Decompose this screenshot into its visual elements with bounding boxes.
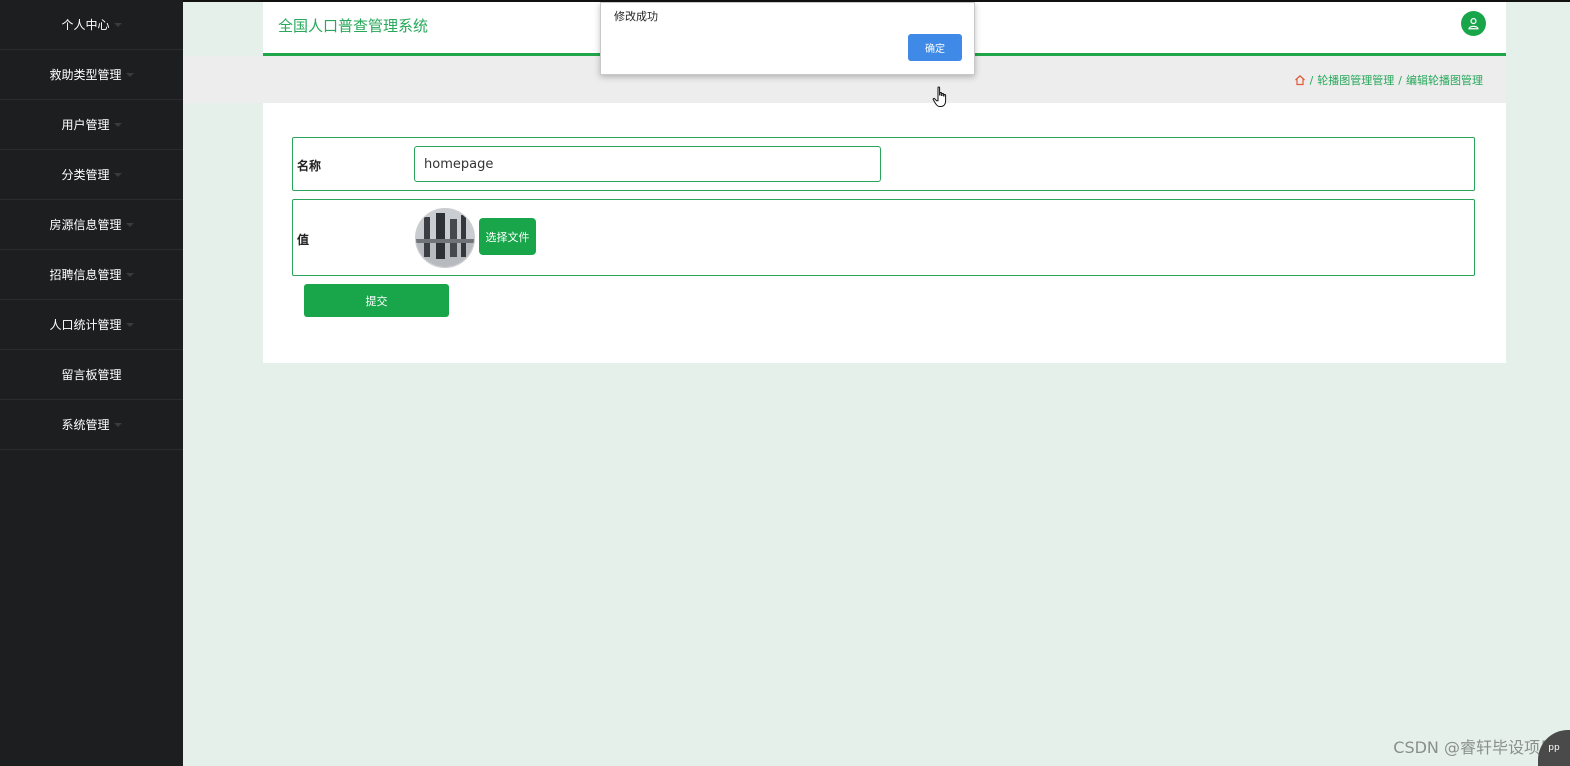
- sidebar-item-categories[interactable]: 分类管理: [0, 150, 183, 200]
- breadcrumb: / 轮播图管理管理 / 编辑轮播图管理: [1294, 72, 1483, 88]
- hand-cursor-icon: [932, 86, 947, 107]
- sidebar-item-message-board[interactable]: 留言板管理: [0, 350, 183, 400]
- sidebar-item-label: 系统管理: [61, 418, 110, 432]
- sidebar-item-system[interactable]: 系统管理: [0, 400, 183, 450]
- user-icon: [1468, 17, 1479, 30]
- sidebar-item-label: 个人中心: [61, 18, 110, 32]
- home-icon[interactable]: [1294, 74, 1306, 86]
- name-input[interactable]: [414, 146, 881, 182]
- sidebar-item-housing[interactable]: 房源信息管理: [0, 200, 183, 250]
- caret-down-icon: [113, 172, 122, 177]
- breadcrumb-separator: /: [1309, 73, 1314, 87]
- sidebar-item-aid-type[interactable]: 救助类型管理: [0, 50, 183, 100]
- sidebar-item-label: 招聘信息管理: [49, 268, 122, 282]
- sidebar-item-label: 房源信息管理: [49, 218, 122, 232]
- caret-down-icon: [113, 422, 122, 427]
- edit-form-panel: 名称 值 选择文件 提交: [263, 103, 1506, 363]
- sidebar-item-users[interactable]: 用户管理: [0, 100, 183, 150]
- value-label: 值: [297, 233, 310, 247]
- name-label: 名称: [297, 159, 322, 173]
- caret-down-icon: [125, 72, 134, 77]
- submit-button[interactable]: 提交: [304, 284, 449, 317]
- sidebar-item-population-stats[interactable]: 人口统计管理: [0, 300, 183, 350]
- sidebar-item-label: 留言板管理: [61, 368, 122, 382]
- breadcrumb-link[interactable]: 轮播图管理管理: [1317, 72, 1394, 88]
- choose-file-button[interactable]: 选择文件: [479, 218, 536, 255]
- caret-down-icon: [113, 122, 122, 127]
- sidebar-item-label: 救助类型管理: [49, 68, 122, 82]
- caret-down-icon: [125, 272, 134, 277]
- alert-ok-button[interactable]: 确定: [908, 34, 962, 61]
- sidebar-item-personal-center[interactable]: 个人中心: [0, 0, 183, 50]
- alert-message: 修改成功: [614, 10, 658, 23]
- breadcrumb-separator: /: [1398, 73, 1402, 87]
- app-title: 全国人口普查管理系统: [278, 17, 429, 35]
- breadcrumb-current: 编辑轮播图管理: [1406, 74, 1483, 87]
- value-field-row: 值 选择文件: [292, 199, 1475, 276]
- sidebar-item-label: 用户管理: [61, 118, 110, 132]
- user-avatar[interactable]: [1461, 11, 1486, 36]
- caret-down-icon: [125, 322, 134, 327]
- name-field-row: 名称: [292, 137, 1475, 191]
- watermark-text: CSDN @睿轩毕设项目: [1393, 738, 1556, 757]
- sidebar-item-label: 分类管理: [61, 168, 110, 182]
- caret-down-icon: [125, 222, 134, 227]
- sidebar-item-jobs[interactable]: 招聘信息管理: [0, 250, 183, 300]
- sidebar: 个人中心 救助类型管理 用户管理 分类管理 房源信息管理 招聘信息管理 人口统计…: [0, 0, 183, 766]
- caret-down-icon: [113, 22, 122, 27]
- sidebar-item-label: 人口统计管理: [49, 318, 122, 332]
- alert-dialog: 修改成功 确定: [600, 2, 975, 75]
- image-preview: [415, 208, 475, 268]
